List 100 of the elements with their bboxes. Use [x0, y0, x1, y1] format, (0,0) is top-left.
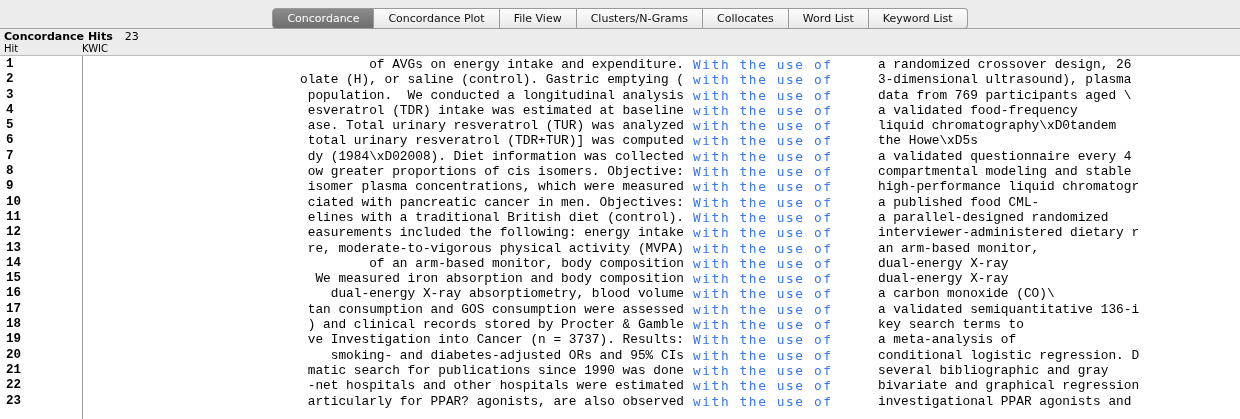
- left-context: ase. Total urinary resveratrol (TUR) was analyzed: [306, 118, 684, 134]
- hit-number: 13: [5, 240, 22, 256]
- tab[interactable]: File View: [499, 8, 577, 29]
- left-context: tan consumption and GOS consumption were assessed: [306, 301, 684, 318]
- left-context: total urinary resveratrol (TDR+TUR)] was computed: [306, 133, 684, 149]
- search-keyword: With the use of: [692, 332, 834, 348]
- right-context: dual-energy X-ray: [878, 271, 1009, 287]
- left-context: matic search for publications since 1990 was done: [306, 362, 684, 379]
- hit-number: 10: [5, 194, 22, 210]
- left-context: population. We conducted a longitudinal analysis: [306, 87, 684, 103]
- tab[interactable]: Word List: [788, 8, 869, 29]
- tab[interactable]: Clusters/N-Grams: [576, 8, 703, 29]
- search-keyword: with the use of: [692, 271, 834, 287]
- left-context: We measured iron absorption and body composition: [314, 271, 684, 287]
- left-context: smoking- and diabetes-adjusted ORs and 95% CIs: [329, 347, 684, 363]
- left-context: re, moderate-to-vigorous physical activity (MVPA): [306, 240, 684, 256]
- hit-number: 7: [5, 148, 15, 165]
- hits-count: 23: [124, 31, 139, 43]
- left-context: dual-energy X-ray absorptiometry, blood volume: [329, 286, 684, 302]
- hit-number: 11: [5, 209, 22, 226]
- right-context: an arm-based monitor,: [878, 240, 1040, 256]
- left-context: olate (H), or saline (control). Gastric emptying (: [299, 72, 684, 88]
- right-context: a validated semiquantitative 136-i: [878, 301, 1140, 318]
- tab[interactable]: Keyword List: [868, 8, 968, 29]
- search-keyword: with the use of: [692, 87, 834, 103]
- right-context: a published food CML-: [878, 194, 1040, 210]
- search-keyword: with the use of: [692, 347, 834, 363]
- hit-number: 15: [5, 271, 22, 287]
- hit-number: 12: [5, 225, 22, 241]
- hit-number: 20: [5, 347, 22, 363]
- hit-number: 6: [5, 133, 15, 149]
- hit-number: 18: [5, 317, 22, 333]
- hit-number: 22: [5, 378, 22, 394]
- left-context: ) and clinical records stored by Procter & Gamble: [306, 317, 684, 333]
- hit-number: 5: [5, 118, 15, 134]
- right-context: 3-dimensional ultrasound), plasma: [878, 72, 1132, 88]
- search-keyword: with the use of: [692, 72, 834, 88]
- search-keyword: With the use of: [692, 164, 834, 180]
- search-keyword: With the use of: [692, 209, 834, 226]
- right-context: conditional logistic regression. D: [878, 347, 1140, 363]
- left-context: of AVGs on energy intake and expenditure.: [368, 57, 684, 73]
- column-header[interactable]: Hit: [4, 43, 82, 55]
- right-context: a randomized crossover design, 26: [878, 57, 1132, 73]
- hit-number: 8: [5, 164, 15, 180]
- tab[interactable]: Concordance: [272, 8, 375, 29]
- hit-number: 4: [5, 102, 15, 119]
- right-context: a carbon monoxide (CO)\: [878, 286, 1055, 302]
- right-context: compartmental modeling and stable: [878, 164, 1132, 180]
- left-context: -net hospitals and other hospitals were estimated: [306, 378, 684, 394]
- right-context: high-performance liquid chromatogr: [878, 179, 1140, 195]
- left-context: of an arm-based monitor, body composition: [368, 255, 684, 272]
- search-keyword: with the use of: [692, 102, 834, 119]
- left-context: ve Investigation into Cancer (n = 3737). Results:: [306, 332, 684, 348]
- hit-number: 9: [5, 179, 15, 195]
- search-keyword: with the use of: [692, 286, 834, 302]
- right-context: investigational PPAR agonists and: [878, 393, 1132, 409]
- search-keyword: with the use of: [692, 118, 834, 134]
- right-context: bivariate and graphical regression: [878, 378, 1140, 394]
- search-keyword: with the use of: [692, 240, 834, 256]
- search-keyword: with the use of: [692, 179, 834, 195]
- hit-number: 21: [5, 362, 22, 379]
- hit-number: 2: [5, 72, 15, 88]
- right-context: liquid chromatography\xD0tandem: [878, 118, 1117, 134]
- hit-number: 1: [5, 57, 15, 73]
- hit-number: 16: [5, 286, 22, 302]
- right-context: several bibliographic and gray: [878, 362, 1109, 379]
- left-context: dy (1984\xD02008). Diet information was collected: [306, 148, 684, 165]
- search-keyword: with the use of: [692, 148, 834, 165]
- left-context: easurements included the following: energy intake: [306, 225, 684, 241]
- right-context: a validated food-frequency: [878, 102, 1078, 119]
- left-context: ow greater proportions of cis isomers. Objective:: [306, 164, 684, 180]
- search-keyword: with the use of: [692, 362, 834, 379]
- search-keyword: With the use of: [692, 57, 834, 73]
- hit-number: 14: [5, 255, 22, 272]
- left-context: articularly for PPAR? agonists, are also observed: [306, 393, 684, 409]
- right-context: a meta-analysis of: [878, 332, 1017, 348]
- left-context: esveratrol (TDR) intake was estimated at baseline: [306, 102, 684, 119]
- left-context: ciated with pancreatic cancer in men. Objectives:: [306, 194, 684, 210]
- right-context: data from 769 participants aged \: [878, 87, 1132, 103]
- column-header[interactable]: KWIC: [82, 43, 182, 55]
- search-keyword: With the use of: [692, 194, 834, 210]
- right-context: a parallel-designed randomized: [878, 209, 1109, 226]
- search-keyword: with the use of: [692, 317, 834, 333]
- search-keyword: with the use of: [692, 301, 834, 318]
- search-keyword: with the use of: [692, 225, 834, 241]
- search-keyword: with the use of: [692, 378, 834, 394]
- tab[interactable]: Concordance Plot: [374, 8, 500, 29]
- hit-number: 19: [5, 332, 22, 348]
- hit-number: 3: [5, 87, 15, 103]
- hit-number: 17: [5, 301, 22, 318]
- left-context: elines with a traditional British diet (control).: [306, 209, 684, 226]
- hit-number: 23: [5, 393, 22, 409]
- search-keyword: with the use of: [692, 255, 834, 272]
- left-context: isomer plasma concentrations, which were measured: [306, 179, 684, 195]
- search-keyword: with the use of: [692, 393, 834, 409]
- right-context: the Howe\xD5s: [878, 133, 978, 149]
- right-context: a validated questionnaire every 4: [878, 148, 1132, 165]
- tab[interactable]: Collocates: [703, 8, 789, 29]
- right-context: dual-energy X-ray: [878, 255, 1009, 272]
- search-keyword: with the use of: [692, 133, 834, 149]
